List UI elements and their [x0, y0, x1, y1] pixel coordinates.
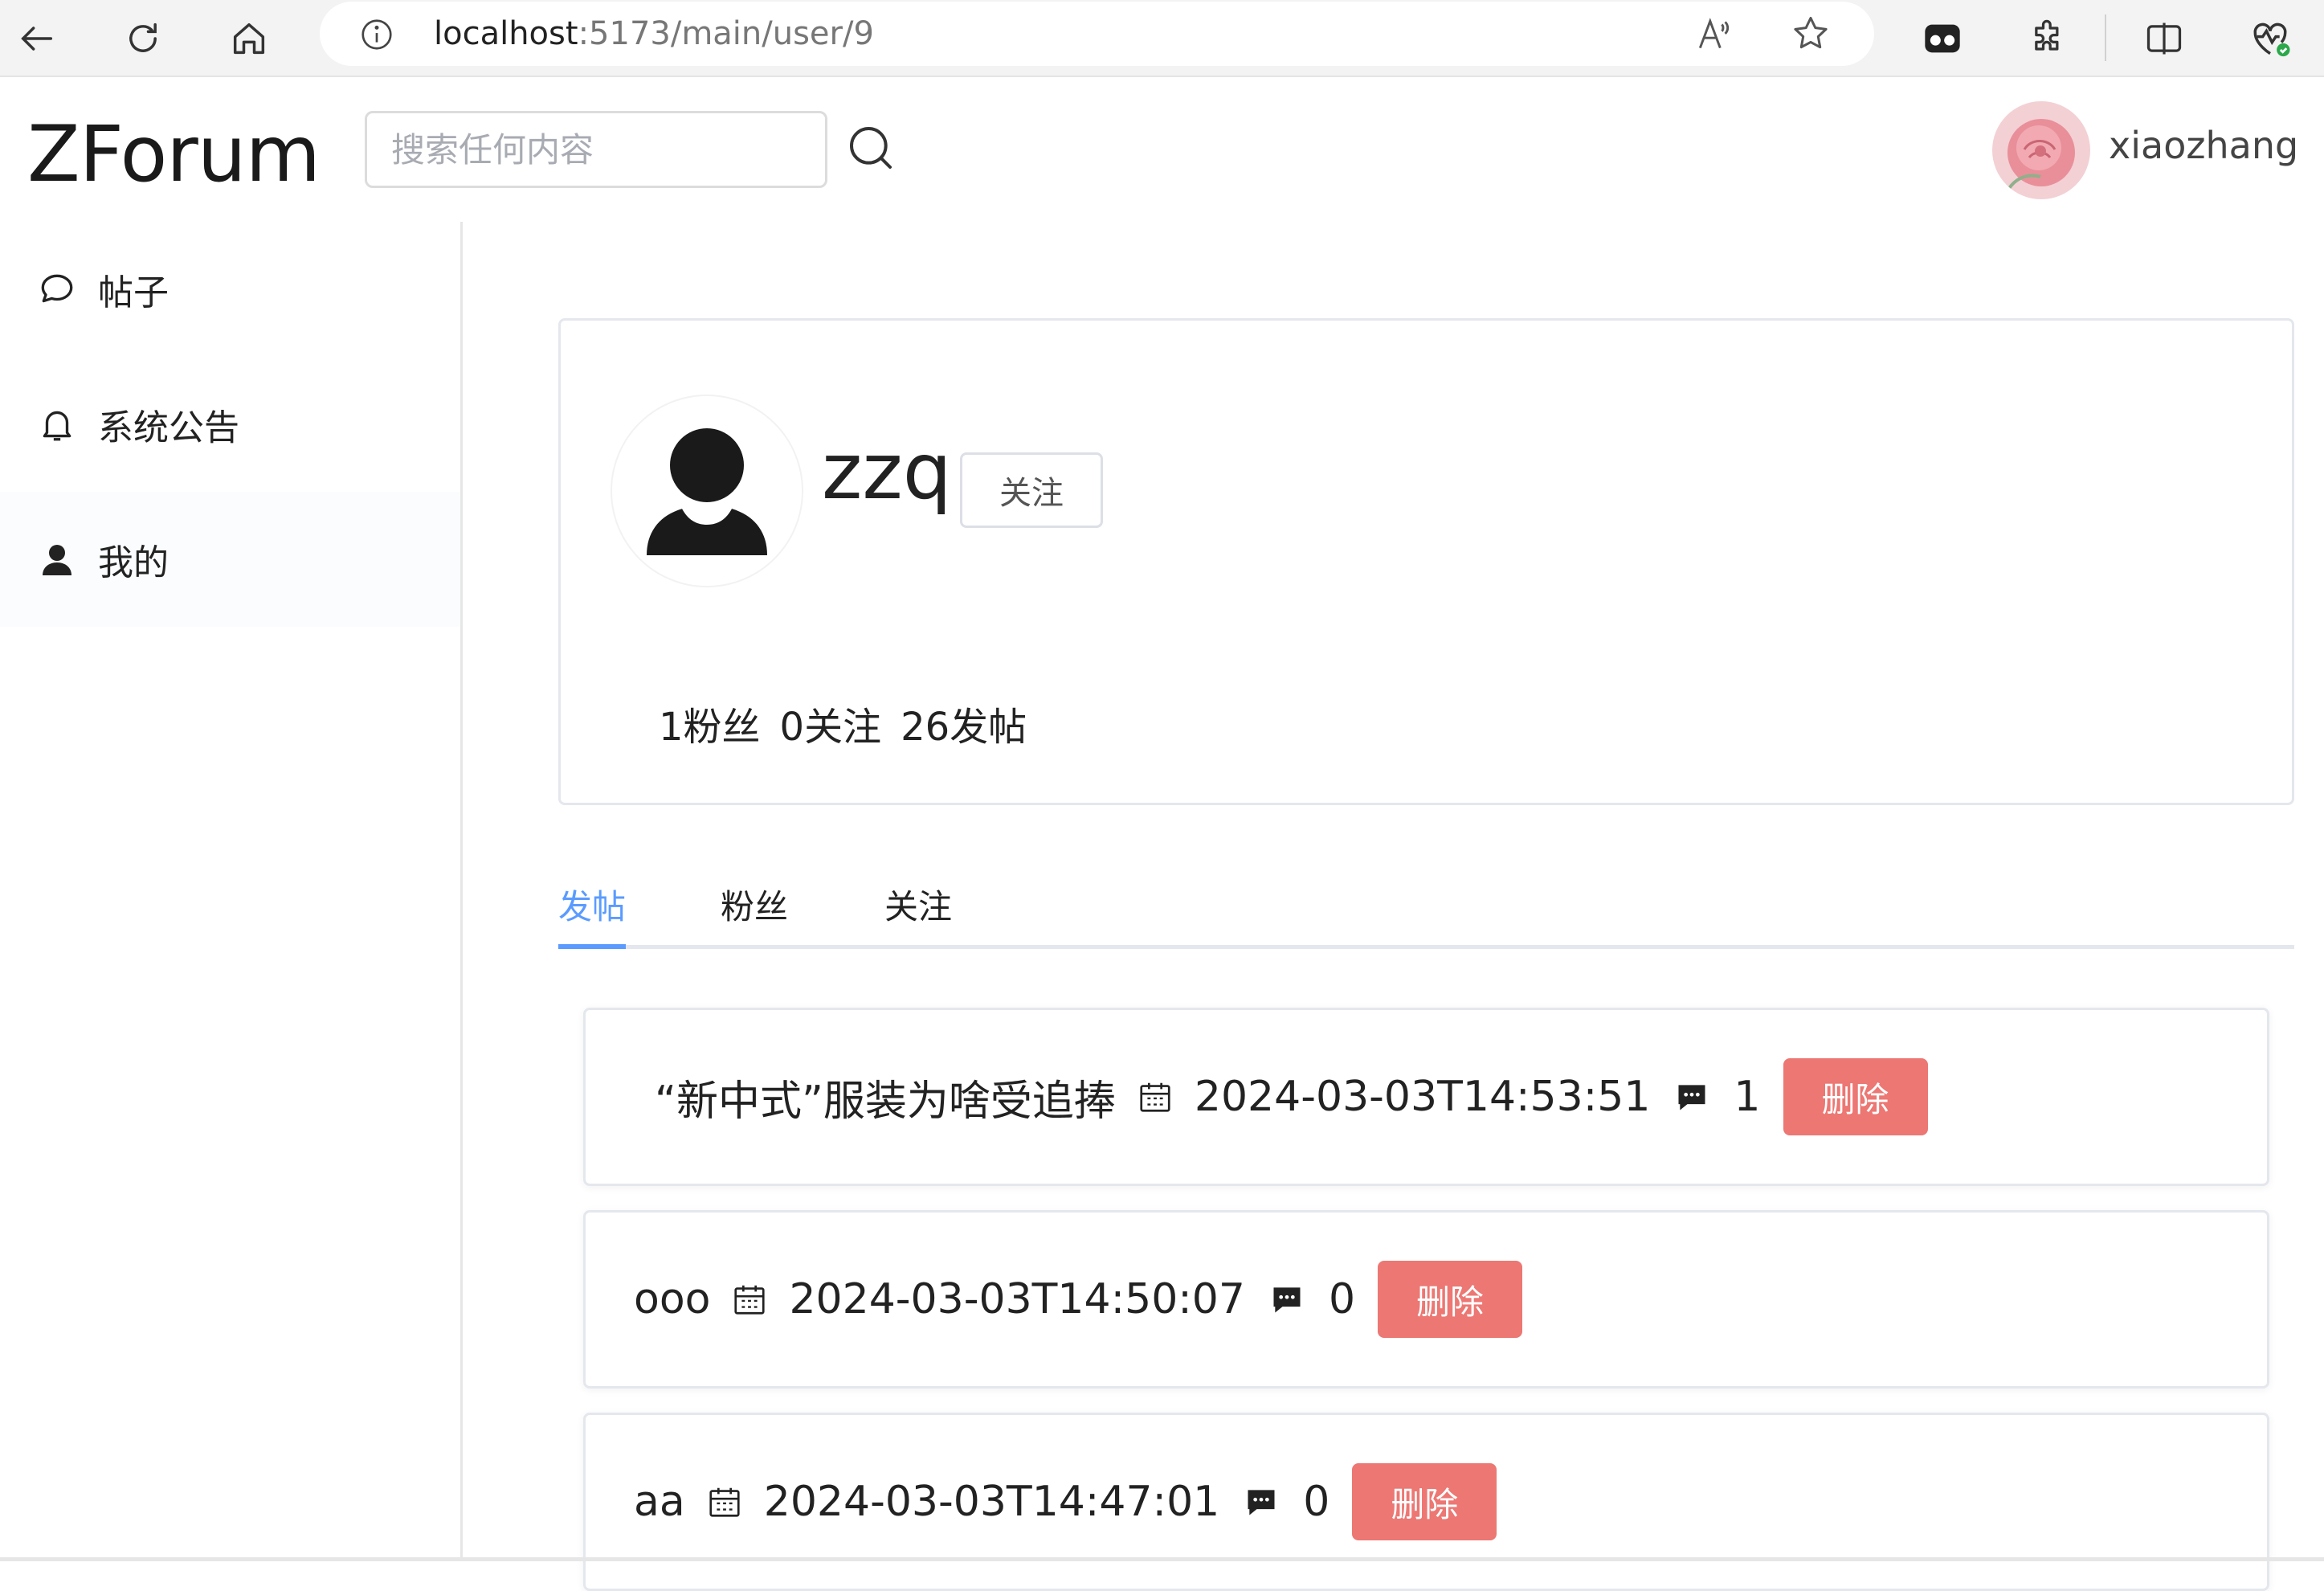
comment-count: 0	[1328, 1275, 1356, 1323]
info-icon[interactable]	[358, 16, 395, 56]
chat-bubble-icon	[35, 268, 79, 311]
sidebar-item-label: 系统公告	[98, 407, 239, 448]
followers-count: 1粉丝	[659, 705, 761, 750]
comment-count: 1	[1734, 1073, 1761, 1121]
user-icon	[35, 538, 79, 581]
sidebar-item-posts[interactable]: 帖子	[0, 222, 460, 357]
delete-post-button[interactable]: 删除	[1378, 1261, 1523, 1338]
delete-post-button[interactable]: 删除	[1352, 1463, 1497, 1540]
bottom-border	[0, 1557, 2324, 1561]
home-icon[interactable]	[219, 8, 280, 69]
toolbar-divider	[2105, 14, 2106, 61]
extension-glasses-icon[interactable]	[1912, 8, 1973, 69]
app-logo[interactable]: ZForum	[27, 109, 321, 199]
profile-name: zzq	[822, 427, 952, 517]
post-item[interactable]: “新中式”服装为啥受追捧 2024-03-03T14:53:51 1 删除	[583, 1008, 2269, 1186]
app-header: ZForum xiaozhang	[0, 77, 2324, 222]
tab-posts[interactable]: 发帖	[558, 880, 626, 929]
profile-tabs: 发帖 粉丝 关注	[558, 872, 2294, 949]
sidebar-item-label: 我的	[98, 542, 169, 583]
search-icon[interactable]	[845, 122, 897, 177]
active-tab-indicator	[558, 944, 626, 949]
post-date: 2024-03-03T14:47:01	[763, 1478, 1220, 1526]
post-title[interactable]: “新中式”服装为啥受追捧	[655, 1067, 1116, 1127]
tab-followers[interactable]: 粉丝	[721, 880, 788, 929]
url-host: localhost	[434, 15, 578, 52]
sidebar-item-mine[interactable]: 我的	[0, 492, 460, 627]
post-date: 2024-03-03T14:53:51	[1194, 1073, 1651, 1121]
browser-toolbar: localhost:5173/main/user/9	[0, 0, 2324, 77]
bell-icon	[35, 403, 79, 446]
extensions-puzzle-icon[interactable]	[2018, 8, 2079, 69]
calendar-icon	[731, 1281, 768, 1318]
profile-card: zzq 关注 1粉丝 0关注 26发帖	[558, 318, 2294, 805]
split-screen-icon[interactable]	[2134, 8, 2195, 69]
sidebar-item-announcements[interactable]: 系统公告	[0, 357, 460, 492]
sidebar-item-label: 帖子	[98, 272, 169, 313]
url-text[interactable]: localhost:5173/main/user/9	[434, 2, 874, 66]
post-title[interactable]: ooo	[634, 1275, 710, 1323]
favorite-star-icon[interactable]	[1790, 13, 1832, 58]
posts-count: 26发帖	[901, 705, 1027, 750]
post-date: 2024-03-03T14:50:07	[789, 1275, 1245, 1323]
post-item[interactable]: ooo 2024-03-03T14:50:07 0 删除	[583, 1210, 2269, 1389]
profile-stats: 1粉丝 0关注 26发帖	[659, 695, 1027, 751]
calendar-icon	[1137, 1078, 1174, 1115]
user-silhouette-icon	[647, 428, 767, 555]
comment-icon	[1244, 1484, 1279, 1519]
address-bar[interactable]: localhost:5173/main/user/9	[320, 2, 1874, 66]
search-input[interactable]	[365, 111, 827, 188]
url-path: :5173/main/user/9	[578, 15, 874, 52]
back-icon[interactable]	[6, 8, 67, 69]
read-aloud-icon[interactable]	[1693, 14, 1734, 58]
calendar-icon	[706, 1483, 743, 1520]
comment-icon	[1269, 1282, 1305, 1317]
post-title[interactable]: aa	[634, 1478, 685, 1526]
comment-count: 0	[1303, 1478, 1330, 1526]
browser-health-icon[interactable]	[2240, 8, 2301, 69]
refresh-icon[interactable]	[112, 8, 174, 69]
comment-icon	[1674, 1079, 1709, 1115]
user-avatar[interactable]	[1992, 101, 2090, 199]
follow-button[interactable]: 关注	[960, 452, 1103, 528]
username-label[interactable]: xiaozhang	[2109, 124, 2298, 167]
tab-following[interactable]: 关注	[884, 880, 952, 929]
delete-post-button[interactable]: 删除	[1783, 1058, 1928, 1135]
profile-avatar	[611, 395, 803, 587]
sidebar: 帖子 系统公告 我的	[0, 222, 463, 1561]
post-item[interactable]: aa 2024-03-03T14:47:01 0 删除	[583, 1413, 2269, 1591]
following-count: 0关注	[779, 705, 882, 750]
